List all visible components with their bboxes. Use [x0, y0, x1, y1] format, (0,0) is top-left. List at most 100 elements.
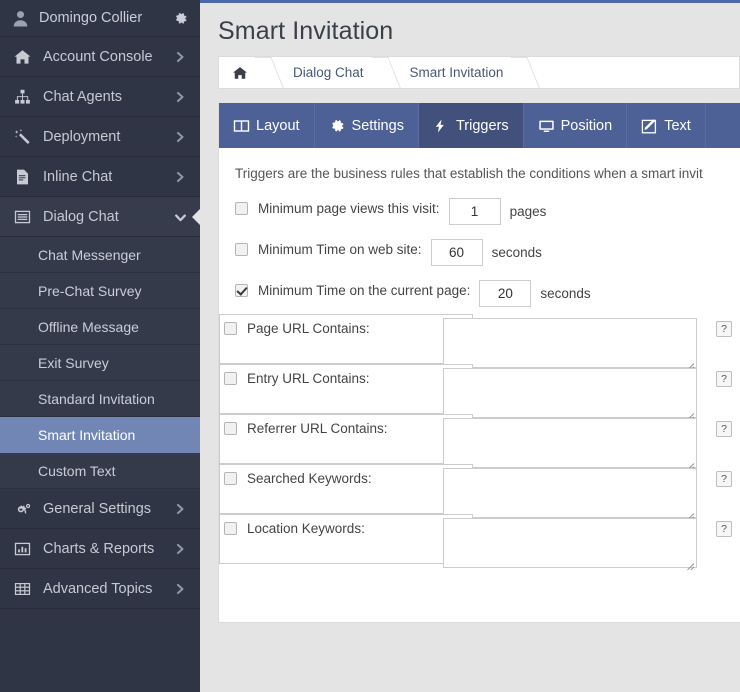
table-row: Minimum Time on the current page: second…: [219, 273, 740, 314]
tab-layout[interactable]: Layout: [219, 103, 315, 148]
input-minimum-time-current-page[interactable]: [479, 280, 532, 307]
sidebar-submenu-dialog-chat: Chat Messenger Pre-Chat Survey Offline M…: [0, 237, 200, 489]
tab-label: Text: [664, 117, 691, 134]
chevron-right-icon: [174, 543, 186, 555]
user-name: Domingo Collier: [39, 10, 143, 26]
page-title: Smart Invitation: [218, 17, 394, 45]
sidebar-item-advanced-topics[interactable]: Advanced Topics: [0, 569, 200, 609]
checkbox-referrer-url-contains[interactable]: [224, 422, 237, 435]
breadcrumb-item-smart-invitation[interactable]: Smart Invitation: [396, 57, 518, 88]
label-minimum-time-current-page: Minimum Time on the current page:: [258, 283, 471, 298]
help-button-page-url-contains[interactable]: ?: [716, 321, 732, 337]
textarea-searched-keywords[interactable]: [443, 468, 697, 518]
breadcrumb-separator: [378, 57, 396, 88]
textarea-location-keywords[interactable]: [443, 518, 697, 568]
chevron-right-icon: [174, 51, 186, 63]
sidebar-item-label: Advanced Topics: [43, 580, 153, 597]
help-button-location-keywords[interactable]: ?: [716, 521, 732, 537]
textarea-wrap: [443, 518, 697, 571]
sidebar-user-header[interactable]: Domingo Collier: [0, 0, 200, 37]
sidebar-item-label: Charts & Reports: [43, 540, 155, 557]
breadcrumb-home[interactable]: [219, 57, 261, 88]
tab-triggers[interactable]: Triggers: [418, 103, 524, 148]
settings-panel: Layout Settings Triggers Position Text T…: [218, 103, 740, 623]
sidebar-item-account-console[interactable]: Account Console: [0, 37, 200, 77]
home-icon: [233, 66, 247, 80]
table-row: Referrer URL Contains: ?: [219, 414, 732, 471]
label-minimum-time-website: Minimum Time on web site:: [258, 242, 422, 257]
label-location-keywords: Location Keywords:: [247, 521, 365, 536]
columns-icon: [233, 118, 250, 134]
textarea-page-url-contains[interactable]: [443, 318, 697, 368]
tab-settings[interactable]: Settings: [315, 103, 419, 148]
chevron-right-icon: [174, 171, 186, 183]
sidebar-item-dialog-chat[interactable]: Dialog Chat: [0, 197, 200, 237]
sidebar-nav-top: Account Console Chat Agents Deployment I…: [0, 37, 200, 237]
checkbox-minimum-time-current-page[interactable]: [235, 284, 248, 297]
table-row: Location Keywords: ?: [219, 514, 732, 571]
checkbox-entry-url-contains[interactable]: [224, 372, 237, 385]
help-col: ?: [707, 418, 740, 437]
monitor-icon: [538, 118, 555, 134]
label-page-url-contains: Page URL Contains:: [247, 321, 370, 336]
list-window-icon: [13, 208, 32, 225]
textarea-wrap: [443, 318, 697, 371]
sidebar-item-label: General Settings: [43, 500, 152, 517]
help-col: ?: [707, 368, 740, 387]
sidebar-item-label: Account Console: [43, 48, 153, 65]
breadcrumb-separator: [261, 57, 279, 88]
tab-position[interactable]: Position: [524, 103, 628, 148]
sidebar-item-label: Inline Chat: [43, 168, 113, 185]
textarea-wrap: [443, 368, 697, 421]
chevron-right-icon: [174, 503, 186, 515]
checkbox-location-keywords[interactable]: [224, 522, 237, 535]
gear-icon[interactable]: [173, 11, 188, 26]
tab-label: Settings: [351, 117, 404, 134]
help-col: ?: [707, 468, 740, 487]
breadcrumb-separator: [517, 57, 535, 88]
textarea-wrap: [443, 468, 697, 521]
sidebar-item-custom-text[interactable]: Custom Text: [0, 453, 200, 489]
sidebar-item-smart-invitation[interactable]: Smart Invitation: [0, 417, 200, 453]
tab-text[interactable]: Text: [627, 103, 706, 148]
label-minimum-page-views: Minimum page views this visit:: [258, 201, 440, 216]
input-minimum-page-views[interactable]: [448, 198, 501, 225]
label-referrer-url-contains: Referrer URL Contains:: [247, 421, 388, 436]
sitemap-icon: [13, 88, 32, 105]
sidebar-item-general-settings[interactable]: General Settings: [0, 489, 200, 529]
table-row: Entry URL Contains: ?: [219, 364, 732, 421]
textarea-entry-url-contains[interactable]: [443, 368, 697, 418]
chevron-right-icon: [174, 583, 186, 595]
label-entry-url-contains: Entry URL Contains:: [247, 371, 370, 386]
help-button-referrer-url-contains[interactable]: ?: [716, 421, 732, 437]
sidebar-item-standard-invitation[interactable]: Standard Invitation: [0, 381, 200, 417]
sidebar-item-inline-chat[interactable]: Inline Chat: [0, 157, 200, 197]
textarea-wrap: [443, 418, 697, 471]
breadcrumb-item-dialog-chat[interactable]: Dialog Chat: [279, 57, 378, 88]
help-col: ?: [707, 318, 740, 337]
user-icon: [12, 10, 29, 27]
bar-chart-icon: [13, 540, 32, 557]
input-minimum-time-website[interactable]: [430, 239, 483, 266]
sidebar-item-exit-survey[interactable]: Exit Survey: [0, 345, 200, 381]
unit-pages: pages: [509, 204, 547, 219]
sidebar-item-charts-reports[interactable]: Charts & Reports: [0, 529, 200, 569]
sidebar-item-chat-agents[interactable]: Chat Agents: [0, 77, 200, 117]
help-button-searched-keywords[interactable]: ?: [716, 471, 732, 487]
help-button-entry-url-contains[interactable]: ?: [716, 371, 732, 387]
tab-label: Triggers: [455, 117, 509, 134]
checkbox-minimum-page-views[interactable]: [235, 202, 248, 215]
sidebar-item-chat-messenger[interactable]: Chat Messenger: [0, 237, 200, 273]
triggers-form: Minimum page views this visit: pages ? M…: [219, 181, 740, 571]
magic-wand-icon: [13, 128, 32, 145]
checkbox-page-url-contains[interactable]: [224, 322, 237, 335]
table-row: Searched Keywords: ?: [219, 464, 732, 521]
textarea-referrer-url-contains[interactable]: [443, 418, 697, 468]
breadcrumb: Dialog Chat Smart Invitation: [218, 56, 740, 89]
sidebar-item-offline-message[interactable]: Offline Message: [0, 309, 200, 345]
checkbox-minimum-time-website[interactable]: [235, 243, 248, 256]
checkbox-searched-keywords[interactable]: [224, 472, 237, 485]
sidebar-item-pre-chat-survey[interactable]: Pre-Chat Survey: [0, 273, 200, 309]
sidebar-item-deployment[interactable]: Deployment: [0, 117, 200, 157]
tab-label: Position: [560, 117, 613, 134]
